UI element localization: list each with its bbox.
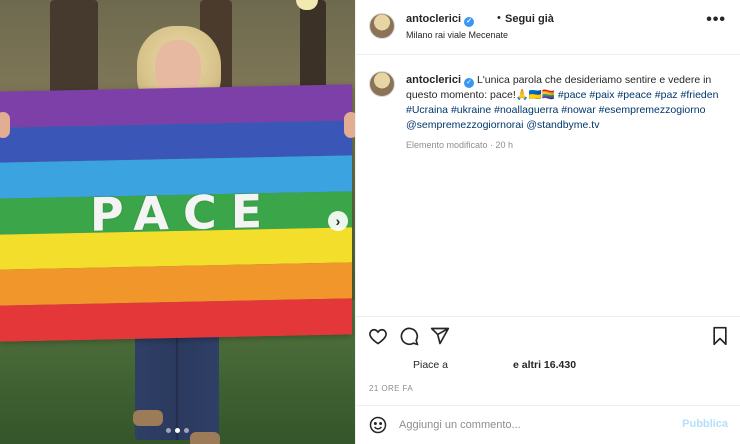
chevron-right-icon: › <box>335 213 341 229</box>
avatar[interactable] <box>369 71 395 97</box>
flag-text: PACE <box>89 183 277 242</box>
person-hand <box>344 112 355 138</box>
verified-badge-icon: ✓ <box>464 17 475 27</box>
post-header: antoclerici ✓ • Segui già Milano rai vial… <box>356 0 740 55</box>
post-actions: Piace a e altri 16.430 21 ORE FA Pubblic… <box>356 316 740 444</box>
carousel-dot <box>175 428 180 433</box>
caption-meta: Elemento modificato · 20 h <box>406 140 514 150</box>
username-link[interactable]: antoclerici ✓ <box>406 13 475 27</box>
carousel-indicator <box>166 428 189 433</box>
emoji-icon[interactable] <box>369 416 387 434</box>
location-link[interactable]: Milano rai viale Mecenate <box>406 30 508 40</box>
comment-bar: Pubblica <box>356 405 740 444</box>
post-media[interactable]: PACE › <box>0 0 355 444</box>
header-separator: • <box>497 12 501 24</box>
carousel-dot <box>166 428 171 433</box>
username-text: antoclerici <box>406 13 462 25</box>
likes-count-link[interactable]: e altri 16.430 <box>513 359 576 371</box>
peace-flag: PACE <box>0 84 352 342</box>
carousel-next-button[interactable]: › <box>328 211 348 231</box>
avatar[interactable] <box>369 13 395 39</box>
flag-stripe <box>0 298 352 342</box>
carousel-dot <box>184 428 189 433</box>
post-timestamp[interactable]: 21 ORE FA <box>369 384 413 393</box>
person-shoe <box>190 432 220 444</box>
verified-badge-icon: ✓ <box>464 78 475 88</box>
caption-section: antoclerici ✓ L'unica parola che desideri… <box>356 56 740 316</box>
publish-button[interactable]: Pubblica <box>682 418 728 430</box>
likes-prefix: Piace a <box>413 359 449 371</box>
caption-username-link[interactable]: antoclerici <box>406 74 461 86</box>
heart-icon[interactable] <box>368 326 388 346</box>
follow-status-button[interactable]: Segui già <box>505 13 554 25</box>
bookmark-icon[interactable] <box>710 326 730 346</box>
comment-input[interactable] <box>399 417 669 433</box>
more-options-icon[interactable]: ••• <box>706 12 726 28</box>
post-side-panel: antoclerici ✓ • Segui già Milano rai vial… <box>355 0 740 444</box>
caption-text: antoclerici ✓ L'unica parola che desideri… <box>406 73 726 133</box>
likes-suffix: e altri 16.430 <box>513 359 577 371</box>
comment-icon[interactable] <box>399 326 419 346</box>
person-shoe <box>133 410 163 426</box>
person-hand <box>0 112 10 138</box>
share-icon[interactable] <box>430 326 450 346</box>
